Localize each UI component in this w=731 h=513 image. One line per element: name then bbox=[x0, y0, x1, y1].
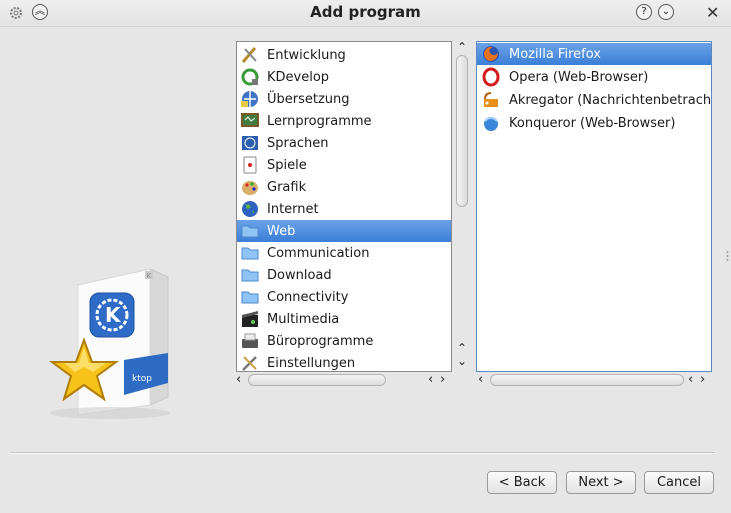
category-label: Entwicklung bbox=[267, 47, 346, 63]
settings-icon bbox=[242, 356, 257, 371]
program-item[interactable]: Akregator (Nachrichtenbetrachter) bbox=[477, 89, 711, 111]
games-icon bbox=[243, 156, 257, 174]
scroll-down-arrow-icon[interactable]: ⌄ bbox=[455, 355, 469, 367]
category-item[interactable]: Einstellungen bbox=[237, 352, 451, 371]
next-button[interactable]: Next > bbox=[566, 471, 636, 494]
category-item[interactable]: Grafik bbox=[237, 176, 451, 198]
scroll-left-arrow-icon[interactable]: ‹ bbox=[688, 372, 693, 388]
category-label: Connectivity bbox=[267, 289, 349, 305]
graphics-icon bbox=[242, 181, 258, 195]
scroll-left-arrow-icon[interactable]: ‹ bbox=[428, 372, 433, 388]
category-label: Sprachen bbox=[267, 135, 329, 151]
kde-package-illustration: ktop K K bbox=[48, 268, 170, 419]
category-item[interactable]: Übersetzung bbox=[237, 88, 451, 110]
category-label: Übersetzung bbox=[267, 91, 350, 107]
translation-icon bbox=[241, 91, 258, 107]
development-icon bbox=[241, 47, 257, 63]
category-label: Lernprogramme bbox=[267, 113, 372, 129]
help-button[interactable]: ? bbox=[636, 4, 652, 20]
office-icon bbox=[242, 333, 258, 348]
folder-icon bbox=[241, 225, 259, 238]
category-item[interactable]: Sprachen bbox=[237, 132, 451, 154]
folder-icon bbox=[241, 291, 259, 304]
scroll-left-arrow-icon[interactable]: ‹ bbox=[236, 372, 241, 388]
category-list[interactable]: Entwicklung KDevelop Übersetzung Lernpro… bbox=[236, 41, 452, 372]
category-item[interactable]: Entwicklung bbox=[237, 44, 451, 66]
program-item-selected[interactable]: Mozilla Firefox bbox=[477, 43, 711, 65]
resize-grip[interactable] bbox=[726, 250, 729, 262]
multimedia-icon bbox=[242, 311, 258, 327]
program-horizontal-scrollbar[interactable]: ‹ ‹ › bbox=[476, 372, 712, 388]
opera-icon bbox=[482, 67, 500, 87]
program-list[interactable]: Mozilla Firefox Opera (Web-Browser) Akre… bbox=[476, 41, 712, 372]
category-item[interactable]: KDevelop bbox=[237, 66, 451, 88]
window-title: Add program bbox=[310, 3, 421, 21]
firefox-icon bbox=[483, 46, 499, 62]
folder-icon bbox=[241, 269, 259, 282]
category-item[interactable]: Büroprogramme bbox=[237, 330, 451, 352]
category-item[interactable]: Download bbox=[237, 264, 451, 286]
svg-text:K: K bbox=[105, 303, 122, 327]
program-item[interactable]: Konqueror (Web-Browser) bbox=[477, 112, 711, 134]
scroll-left-arrow-icon[interactable]: ‹ bbox=[478, 372, 483, 388]
category-item[interactable]: Connectivity bbox=[237, 286, 451, 308]
category-label: Communication bbox=[267, 245, 370, 261]
program-label: Opera (Web-Browser) bbox=[509, 69, 649, 85]
divider bbox=[10, 452, 715, 454]
close-icon: ✕ bbox=[706, 3, 720, 22]
scroll-right-arrow-icon[interactable]: › bbox=[440, 372, 445, 388]
scrollbar-thumb[interactable] bbox=[490, 374, 684, 386]
category-label: Einstellungen bbox=[267, 355, 356, 371]
category-label: Multimedia bbox=[267, 311, 340, 327]
close-button[interactable]: ✕ bbox=[706, 3, 719, 22]
languages-icon bbox=[242, 136, 258, 150]
scrollbar-thumb[interactable] bbox=[248, 374, 386, 386]
program-label: Konqueror (Web-Browser) bbox=[509, 115, 676, 131]
category-item[interactable]: Lernprogramme bbox=[237, 110, 451, 132]
kdevelop-icon bbox=[241, 68, 259, 86]
scrollbar-thumb[interactable] bbox=[456, 55, 468, 207]
program-item[interactable]: Opera (Web-Browser) bbox=[477, 66, 711, 88]
category-item[interactable]: Communication bbox=[237, 242, 451, 264]
category-item[interactable]: Spiele bbox=[237, 154, 451, 176]
category-label: Web bbox=[267, 223, 296, 239]
konqueror-icon bbox=[484, 117, 498, 131]
minimize-button[interactable]: ⌄ bbox=[658, 4, 674, 20]
box-brand-letter: K bbox=[147, 272, 152, 280]
category-item[interactable]: Multimedia bbox=[237, 308, 451, 330]
cancel-button[interactable]: Cancel bbox=[644, 471, 714, 494]
category-label: KDevelop bbox=[267, 69, 330, 85]
title-bar: ︽ Add program ? ⌄ ✕ bbox=[0, 0, 731, 27]
category-vertical-scrollbar[interactable]: ⌃ ⌃ ⌄ bbox=[455, 41, 469, 370]
scroll-right-arrow-icon[interactable]: › bbox=[700, 372, 705, 388]
program-label: Akregator (Nachrichtenbetrachter) bbox=[509, 92, 712, 108]
scroll-up-arrow-icon[interactable]: ⌃ bbox=[455, 342, 469, 354]
folder-icon bbox=[241, 247, 259, 260]
akregator-icon bbox=[484, 92, 498, 107]
internet-globe-icon bbox=[242, 201, 258, 217]
program-label: Mozilla Firefox bbox=[509, 46, 601, 62]
category-label: Spiele bbox=[267, 157, 307, 173]
category-item[interactable]: Internet bbox=[237, 198, 451, 220]
education-icon bbox=[241, 113, 259, 127]
category-label: Internet bbox=[267, 201, 319, 217]
category-label: Download bbox=[267, 267, 332, 283]
chevron-down-icon: ⌄ bbox=[661, 6, 671, 17]
back-button[interactable]: < Back bbox=[487, 471, 557, 494]
category-item-selected[interactable]: Web bbox=[237, 220, 451, 242]
category-label: Büroprogramme bbox=[267, 333, 374, 349]
category-horizontal-scrollbar[interactable]: ‹ ‹ › bbox=[236, 372, 454, 388]
category-label: Grafik bbox=[267, 179, 307, 195]
scroll-up-arrow-icon[interactable]: ⌃ bbox=[455, 41, 469, 53]
box-label-text: ktop bbox=[132, 374, 152, 384]
question-icon: ? bbox=[641, 6, 647, 17]
